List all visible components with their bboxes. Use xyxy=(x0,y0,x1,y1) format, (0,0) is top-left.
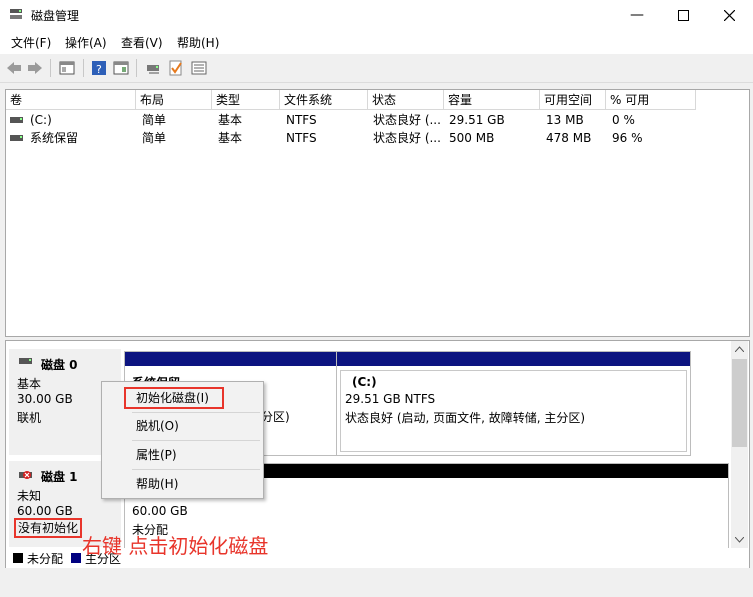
volume-filesystem: NTFS xyxy=(286,113,317,127)
volume-icon xyxy=(10,135,23,141)
legend-swatch-primary xyxy=(71,553,81,563)
table-row[interactable]: 系统保留 简单 基本 NTFS 状态良好 (... 500 MB 478 MB … xyxy=(6,129,749,147)
disk-type: 未知 xyxy=(17,489,42,503)
volume-icon xyxy=(10,117,23,123)
partition-size: 60.00 GB xyxy=(132,504,188,518)
column-header-free-space[interactable]: 可用空间 xyxy=(540,90,606,110)
scroll-up-icon[interactable] xyxy=(735,346,744,352)
close-icon xyxy=(723,9,735,21)
scrollbar-thumb[interactable] xyxy=(732,359,747,447)
menu-action[interactable]: 操作(A) xyxy=(65,34,107,51)
menu-file[interactable]: 文件(F) xyxy=(11,34,51,51)
disk-size: 60.00 GB xyxy=(17,504,73,518)
volume-layout: 简单 xyxy=(142,131,167,145)
menu-separator xyxy=(132,412,260,413)
volume-name: (C:) xyxy=(30,113,52,127)
volume-name: 系统保留 xyxy=(30,131,79,145)
properties-pane-icon[interactable] xyxy=(112,59,130,77)
column-header-status[interactable]: 状态 xyxy=(368,90,444,110)
legend-swatch-unallocated xyxy=(13,553,23,563)
volume-layout: 简单 xyxy=(142,113,167,127)
connect-icon[interactable] xyxy=(145,59,163,77)
console-tree-icon[interactable] xyxy=(58,59,76,77)
column-header-type[interactable]: 类型 xyxy=(212,90,280,110)
column-header-percent-free[interactable]: % 可用 xyxy=(606,90,696,110)
maximize-icon xyxy=(677,9,689,21)
volume-free-space: 13 MB xyxy=(546,113,584,127)
partition-detail: 29.51 GB NTFS xyxy=(345,392,436,406)
menu-item-help[interactable]: 帮助(H) xyxy=(102,472,263,496)
menu-item-label: 初始化磁盘(I) xyxy=(124,387,224,409)
menu-view[interactable]: 查看(V) xyxy=(121,34,163,51)
menu-item-initialize-disk[interactable]: 初始化磁盘(I) xyxy=(102,386,263,410)
disk-name: 磁盘 1 xyxy=(41,470,78,484)
back-arrow-icon[interactable] xyxy=(5,59,23,77)
partition-status: 分区) xyxy=(261,410,290,424)
volume-filesystem: NTFS xyxy=(286,131,317,145)
table-row[interactable]: (C:) 简单 基本 NTFS 状态良好 (... 29.51 GB 13 MB… xyxy=(6,111,749,129)
partition-c[interactable]: (C:) 29.51 GB NTFS 状态良好 (启动, 页面文件, 故障转储,… xyxy=(336,351,691,456)
legend-label-unallocated: 未分配 xyxy=(27,552,64,566)
disk-error-icon xyxy=(19,471,32,479)
status-bar xyxy=(0,568,753,597)
disk-size: 30.00 GB xyxy=(17,392,73,406)
maximize-button[interactable] xyxy=(660,0,706,30)
toolbar: ? xyxy=(0,54,753,83)
partition-header xyxy=(125,352,336,366)
volume-status: 状态良好 (... xyxy=(373,113,441,127)
menu-item-properties[interactable]: 属性(P) xyxy=(102,443,263,467)
help-book-icon[interactable]: ? xyxy=(90,59,108,77)
column-header-layout[interactable]: 布局 xyxy=(136,90,212,110)
menu-separator xyxy=(132,469,260,470)
disk-name: 磁盘 0 xyxy=(41,358,78,372)
volume-percent-free: 0 % xyxy=(612,113,635,127)
title-bar: 磁盘管理 — xyxy=(0,0,753,30)
tutorial-annotation: 右键 点击初始化磁盘 xyxy=(82,534,269,558)
minimize-icon: — xyxy=(630,7,644,23)
volume-percent-free: 96 % xyxy=(612,131,643,145)
menu-help[interactable]: 帮助(H) xyxy=(177,34,219,51)
toolbar-separator xyxy=(136,59,137,77)
scroll-down-icon[interactable] xyxy=(735,537,744,543)
vertical-scrollbar[interactable] xyxy=(731,341,748,549)
volume-type: 基本 xyxy=(218,113,243,127)
volume-status: 状态良好 (... xyxy=(373,131,441,145)
checkmark-icon[interactable] xyxy=(167,59,185,77)
close-button[interactable] xyxy=(706,0,752,30)
volume-list[interactable]: 卷 布局 类型 文件系统 状态 容量 可用空间 % 可用 (C:) 简单 基本 … xyxy=(5,89,750,337)
minimize-button[interactable]: — xyxy=(614,0,660,30)
disk-management-icon xyxy=(10,9,22,19)
disk-state: 联机 xyxy=(17,411,42,425)
menu-separator xyxy=(132,440,260,441)
forward-arrow-icon[interactable] xyxy=(26,59,44,77)
volume-capacity: 500 MB xyxy=(449,131,495,145)
column-header-volume[interactable]: 卷 xyxy=(6,90,136,110)
volume-free-space: 478 MB xyxy=(546,131,592,145)
disk-type: 基本 xyxy=(17,377,42,391)
disk-icon xyxy=(19,358,32,364)
menu-item-offline[interactable]: 脱机(O) xyxy=(102,414,263,438)
disk-state: 没有初始化 xyxy=(14,518,83,538)
column-header-filesystem[interactable]: 文件系统 xyxy=(280,90,368,110)
list-view-icon[interactable] xyxy=(190,59,208,77)
toolbar-separator xyxy=(83,59,84,77)
toolbar-separator xyxy=(50,59,51,77)
partition-title: (C:) xyxy=(352,375,377,389)
column-header-capacity[interactable]: 容量 xyxy=(444,90,540,110)
window-title: 磁盘管理 xyxy=(31,9,80,23)
partition-header xyxy=(337,352,690,366)
volume-capacity: 29.51 GB xyxy=(449,113,505,127)
volume-type: 基本 xyxy=(218,131,243,145)
svg-text:?: ? xyxy=(96,63,102,76)
menu-bar: 文件(F) 操作(A) 查看(V) 帮助(H) xyxy=(0,30,753,54)
partition-status: 状态良好 (启动, 页面文件, 故障转储, 主分区) xyxy=(345,411,586,425)
context-menu: 初始化磁盘(I) 脱机(O) 属性(P) 帮助(H) xyxy=(101,381,264,499)
